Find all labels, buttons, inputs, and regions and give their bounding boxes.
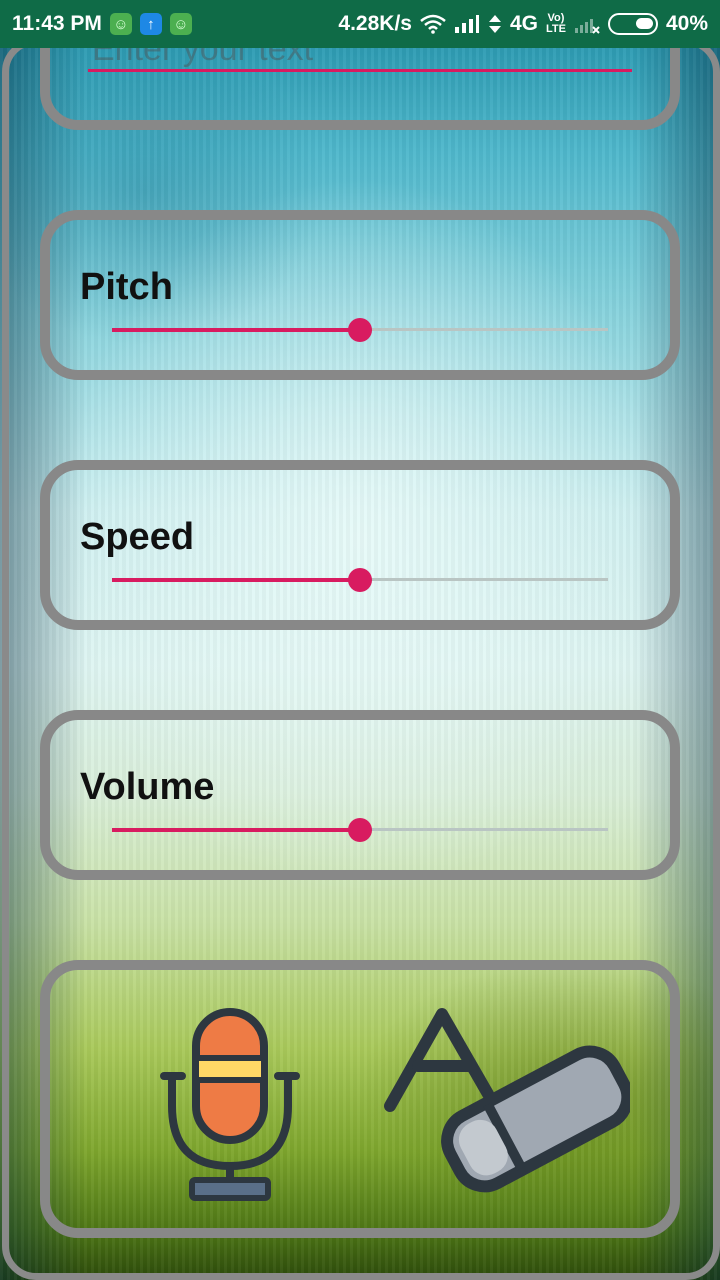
battery-icon [607,13,658,35]
speed-label: Speed [80,516,195,558]
volume-label: Volume [80,766,215,808]
microphone-icon [160,1008,300,1201]
upload-icon: ↑ [139,13,162,35]
no-signal-icon [574,19,600,34]
status-bar: 11:43 PM ☺ ↑ ☺ 4.28K/s 4G Vo) LTE 40% [0,0,720,48]
status-right: 4.28K/s 4G Vo) LTE 40% [338,12,708,36]
speed-slider[interactable] [112,568,608,592]
status-time: 11:43 PM [12,12,102,35]
volume-slider[interactable] [112,818,608,842]
notification-app-icon: ☺ [169,13,192,35]
network-speed: 4.28K/s [338,12,412,35]
data-transfer-icon [488,15,501,33]
volte-bottom: LTE [546,23,566,35]
eraser-text-icon [384,1008,634,1193]
pitch-card: Pitch [40,210,680,380]
slider-thumb[interactable] [348,568,372,592]
slider-thumb[interactable] [348,818,372,842]
volte-indicator: Vo) LTE [546,13,566,35]
network-type: 4G [509,12,538,35]
actions-card [40,960,680,1238]
volume-card: Volume [40,710,680,880]
clear-text-button[interactable] [370,1006,634,1206]
battery-percent: 40% [665,12,708,35]
notification-app-icon: ☺ [109,13,132,35]
wifi-icon [420,14,446,34]
speak-button[interactable] [150,1006,310,1206]
signal-icon [454,15,479,33]
pitch-slider[interactable] [112,318,608,342]
slider-fill [112,828,360,832]
speed-card: Speed [40,460,680,630]
status-left: 11:43 PM ☺ ↑ ☺ [12,12,192,36]
slider-fill [112,328,360,332]
slider-thumb[interactable] [348,318,372,342]
slider-fill [112,578,360,582]
pitch-label: Pitch [80,266,173,308]
